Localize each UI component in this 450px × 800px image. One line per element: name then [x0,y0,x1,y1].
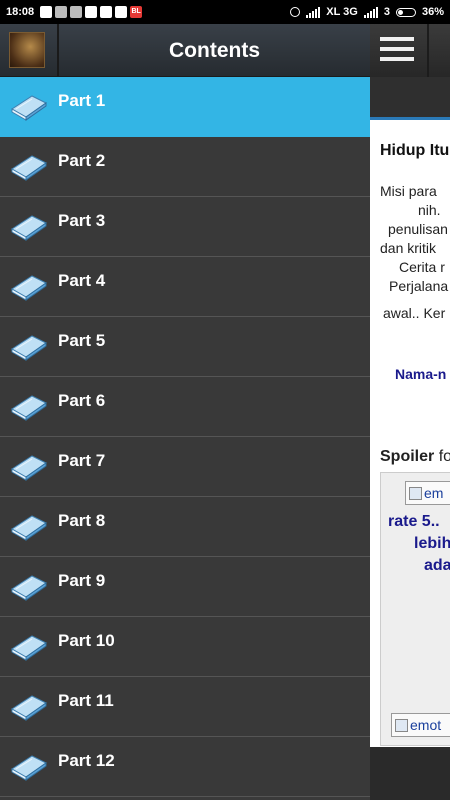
whatsapp-icon [40,6,53,18]
book-icon [10,151,48,181]
webview-content[interactable]: Hidup Itu Misi para nih. penulisan dan k… [370,117,450,750]
book-icon [10,751,48,781]
book-icon [10,331,48,361]
broken-image: em [405,481,450,505]
drawer-item-part-1[interactable]: Part 1 [0,77,370,137]
drawer-item-label: Part 10 [58,631,115,650]
drawer-item-part-2[interactable]: Part 2 [0,137,370,197]
book-icon [10,271,48,301]
message-icon [55,6,68,18]
drawer-item-label: Part 11 [58,691,114,710]
drawer-item-label: Part 8 [58,511,106,530]
content-subbar [370,77,450,117]
bl-app-icon: BL [130,6,143,18]
broken-image: emot [391,713,450,737]
spoiler-line: ada [424,557,450,574]
chrome-icon [85,6,98,18]
article-line: penulisan [388,221,448,237]
network-label: XL 3G [326,6,358,18]
alarm-icon [290,7,301,17]
article-line: Misi para [380,183,437,199]
drawer-item-label: Part 3 [58,211,106,230]
toolbar-divider [427,24,429,77]
spoiler-label: Spoiler [380,448,435,465]
article-line: Cerita r [399,259,445,275]
drawer-item-label: Part 4 [58,271,106,290]
book-icon [10,511,48,541]
drawer-item-part-3[interactable]: Part 3 [0,197,370,257]
drawer-item-part-9[interactable]: Part 9 [0,557,370,617]
drawer-item-part-4[interactable]: Part 4 [0,257,370,317]
book-icon [10,391,48,421]
whatsapp-icon [100,6,113,18]
drawer-header: Contents [0,24,370,77]
spoiler-heading: Spoiler fo [380,448,450,466]
book-icon [10,571,48,601]
book-icon [10,91,48,121]
article-line: nih. [418,202,441,218]
article-line: awal.. Ker [383,305,446,321]
drawer-item-part-10[interactable]: Part 10 [0,617,370,677]
signal-icon-sim2 [363,6,378,18]
status-bar: 18:08 BL XL 3G 3 36% [0,0,450,24]
drawer-title: Contents [169,39,260,62]
book-icon [10,691,48,721]
content-toolbar [370,24,450,77]
book-icon [10,211,48,241]
whatsapp-icon [115,6,128,18]
notification-icons: BL [40,6,143,18]
sim2-label: 3 [383,6,390,18]
drawer-item-label: Part 7 [58,451,106,470]
hamburger-menu-icon[interactable] [380,37,414,67]
drawer-item-label: Part 9 [58,571,106,590]
drawer-item-part-11[interactable]: Part 11 [0,677,370,737]
signal-icon [306,6,321,18]
battery-icon [395,7,416,17]
drawer-item-label: Part 2 [58,151,106,170]
drawer-item-label: Part 1 [58,91,106,110]
status-time: 18:08 [6,6,35,18]
drawer-item-label: Part 5 [58,331,106,350]
drawer-item-part-7[interactable]: Part 7 [0,437,370,497]
content-bottom-bar [370,747,450,800]
drawer-item-part-5[interactable]: Part 5 [0,317,370,377]
spoiler-line: lebih [414,535,450,552]
article-line: Perjalana [389,278,449,294]
book-icon [10,451,48,481]
drawer-item-part-8[interactable]: Part 8 [0,497,370,557]
message-icon [70,6,83,18]
article-title: Hidup Itu [380,142,450,159]
spoiler-suffix: fo [438,448,450,465]
drawer-item-part-12[interactable]: Part 12 [0,737,370,797]
drawer-item-label: Part 6 [58,391,106,410]
contents-list: Part 1 Part 2 Part 3 Part 4 Part 5 Part 6 Part… [0,77,370,797]
spoiler-box: em rate 5.. lebih ada emot [380,472,450,746]
battery-fill [397,9,404,15]
book-icon [10,631,48,661]
article-link[interactable]: Nama-n [395,366,446,382]
article-line: dan kritik [380,240,437,256]
spoiler-line: rate 5.. [388,513,440,530]
battery-percent: 36% [421,6,444,18]
app-book-cover-icon[interactable] [9,32,45,68]
content-panel: Hidup Itu Misi para nih. penulisan dan k… [370,24,450,800]
drawer-item-label: Part 12 [58,751,115,770]
drawer-item-part-6[interactable]: Part 6 [0,377,370,437]
navigation-drawer: Contents Part 1 Part 2 Part 3 Part 4 Part 5P… [0,24,370,800]
